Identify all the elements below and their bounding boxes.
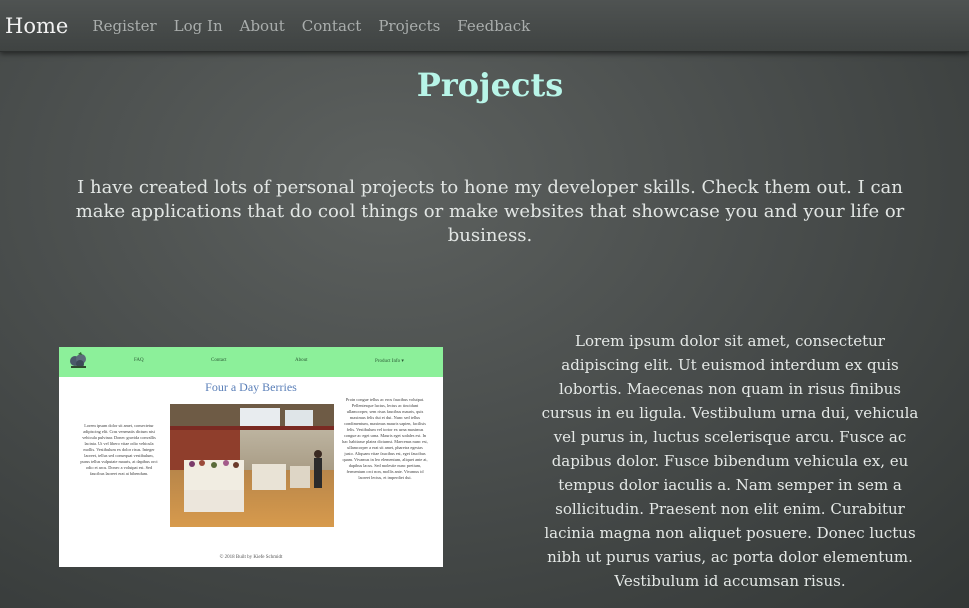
preview-site-title: Four a Day Berries: [205, 380, 297, 394]
preview-nav-faq: FAQ: [134, 358, 144, 363]
preview-nav-about: About: [295, 358, 308, 363]
top-navbar: Home Register Log In About Contact Proje…: [0, 0, 969, 52]
nav-login-link[interactable]: Log In: [174, 17, 223, 35]
nav-projects-link[interactable]: Projects: [378, 17, 440, 35]
nav-contact-link[interactable]: Contact: [302, 17, 362, 35]
preview-footer: © 2018 Built by Kiefe Schmidt: [219, 555, 283, 560]
preview-nav-contact: Contact: [211, 358, 227, 363]
project-screenshot[interactable]: FAQ Contact About Product Info ▾ Four a …: [59, 347, 443, 567]
nav-register-link[interactable]: Register: [92, 17, 156, 35]
preview-logo-icon: [70, 352, 86, 368]
intro-paragraph: I have created lots of personal projects…: [75, 177, 905, 246]
preview-left-text: Lorem ipsum dolor sit amet, consectetur …: [80, 423, 158, 476]
project-description: Lorem ipsum dolor sit amet, consectetur …: [541, 332, 919, 590]
nav-home-link[interactable]: Home: [5, 14, 68, 38]
nav-feedback-link[interactable]: Feedback: [457, 17, 530, 35]
preview-navbar: FAQ Contact About Product Info ▾: [59, 347, 443, 377]
preview-market-photo: [170, 404, 334, 527]
preview-right-text: Proin congue tellus ac eros faucibus vol…: [342, 397, 428, 480]
page-title: Projects: [416, 66, 564, 104]
nav-about-link[interactable]: About: [240, 17, 285, 35]
preview-nav-product-info: Product Info ▾: [375, 359, 404, 364]
